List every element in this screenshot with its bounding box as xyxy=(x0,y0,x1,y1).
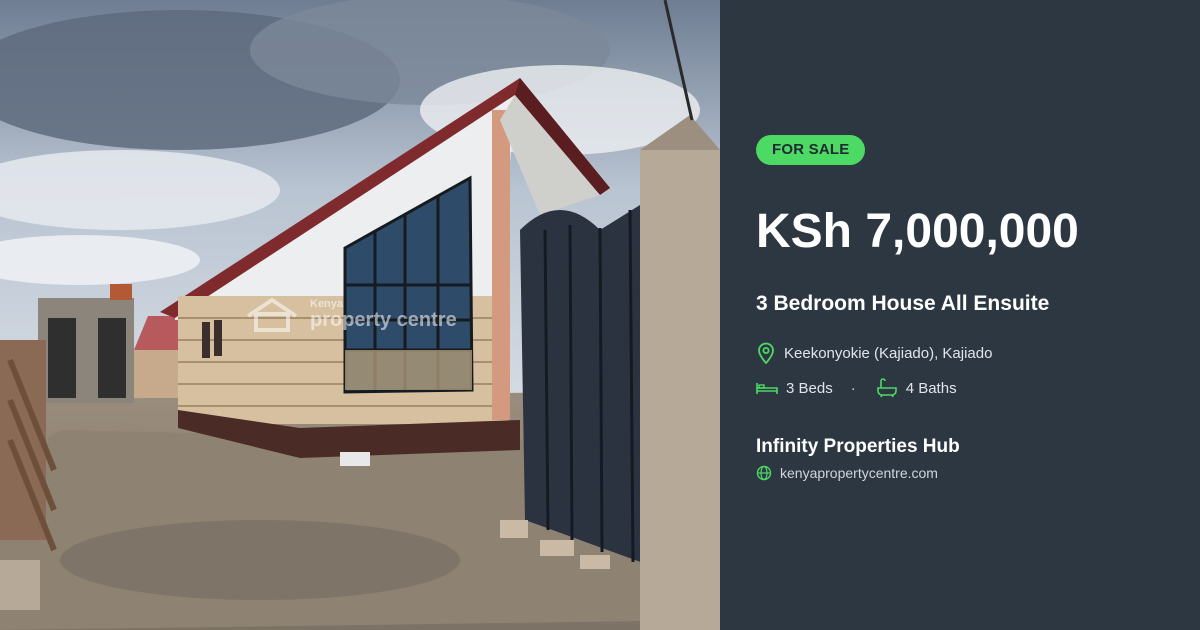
beds-count: 3 Beds xyxy=(786,379,833,397)
house-logo-icon xyxy=(246,297,298,332)
bed-icon xyxy=(756,380,778,396)
listing-price: KSh 7,000,000 xyxy=(756,205,1079,258)
location-row: Keekonyokie (Kajiado), Kajiado xyxy=(756,342,992,364)
listing-title: 3 Bedroom House All Ensuite xyxy=(756,292,1050,315)
bathtub-icon xyxy=(876,378,898,398)
location-text: Keekonyokie (Kajiado), Kajiado xyxy=(784,344,993,362)
specs-separator: · xyxy=(850,379,856,397)
specs-row: 3 Beds · 4 Baths xyxy=(756,378,957,398)
website-row[interactable]: kenyapropertycentre.com xyxy=(756,465,938,481)
website-link[interactable]: kenyapropertycentre.com xyxy=(780,465,938,481)
map-pin-icon xyxy=(756,342,776,364)
baths-count: 4 Baths xyxy=(905,379,957,397)
globe-icon xyxy=(756,465,772,481)
watermark-logo: Kenya property centre xyxy=(244,296,457,332)
property-photo: Kenya property centre xyxy=(0,0,720,630)
watermark-line1: Kenya xyxy=(310,297,344,310)
status-badge: FOR SALE xyxy=(756,135,866,165)
watermark-line2: property centre xyxy=(310,308,457,331)
agent-name[interactable]: Infinity Properties Hub xyxy=(756,434,960,460)
